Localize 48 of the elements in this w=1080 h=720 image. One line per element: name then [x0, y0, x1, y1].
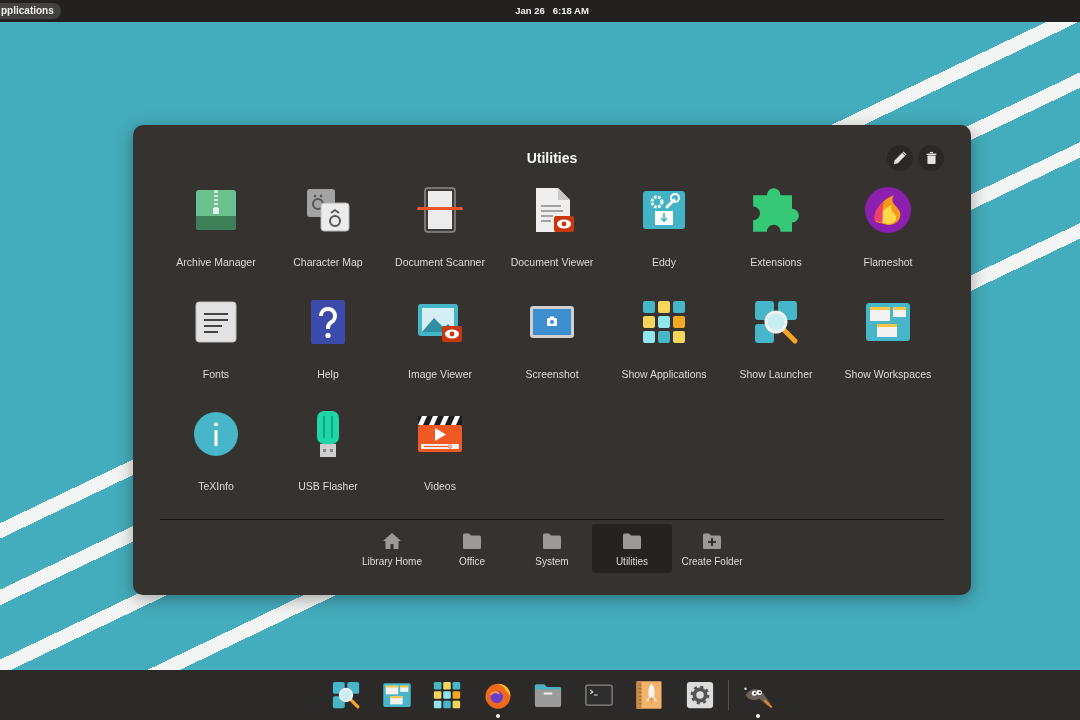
time-text: 6:18 AM: [552, 3, 589, 18]
app-launcher-button[interactable]: USB Flasher: [276, 399, 380, 499]
app-launcher-button[interactable]: Screenshot: [500, 287, 604, 387]
applications-button[interactable]: pplications: [0, 3, 61, 19]
app-launcher-button[interactable]: Document Scanner: [388, 175, 492, 275]
settings-icon: [684, 680, 715, 710]
pencil-icon: [893, 151, 907, 165]
app-launcher-button[interactable]: Document Viewer: [500, 175, 604, 275]
flame-circle-icon: [864, 186, 912, 234]
scanner-icon: [416, 186, 464, 234]
folder-icon: [462, 532, 482, 550]
house-icon: [382, 532, 402, 550]
folder-tab[interactable]: Utilities: [592, 524, 672, 573]
text-tile-icon: [192, 298, 240, 346]
app-launcher-button[interactable]: Show Launcher: [724, 287, 828, 387]
folder-icon: [542, 532, 562, 550]
info-icon: [192, 410, 240, 458]
folder-tab[interactable]: Office: [432, 524, 512, 573]
edit-button[interactable]: [887, 145, 913, 171]
rocket-icon: [634, 680, 665, 710]
app-launcher-button[interactable]: Fonts: [164, 287, 268, 387]
app-grid-icon: [640, 298, 688, 346]
trash-icon: [924, 151, 938, 165]
folder-tab[interactable]: System: [512, 524, 592, 573]
puzzle-piece-icon: [752, 186, 800, 234]
window-title: Utilities: [526, 148, 578, 168]
app-launcher-button[interactable]: Flameshot: [836, 175, 940, 275]
create-folder-button[interactable]: Create Folder: [672, 524, 752, 573]
date-text: Jan 26: [515, 3, 545, 18]
app-grid-icon: [432, 680, 463, 710]
app-launcher-button[interactable]: Videos: [388, 399, 492, 499]
magnifier-tiles-icon: [331, 680, 362, 710]
app-launcher-button[interactable]: Image Viewer: [388, 287, 492, 387]
app-launcher-button[interactable]: TeXInfo: [164, 399, 268, 499]
app-launcher-button[interactable]: Archive Manager: [164, 175, 268, 275]
app-launcher-button[interactable]: Help: [276, 287, 380, 387]
app-launcher-button[interactable]: Show Applications: [612, 287, 716, 387]
app-launcher-button[interactable]: Eddy: [612, 175, 716, 275]
delete-button[interactable]: [918, 145, 944, 171]
magnifier-tiles-icon: [752, 298, 800, 346]
folder-plus-icon: [702, 532, 722, 550]
app-launcher-button[interactable]: Character Map: [276, 175, 380, 275]
character-tiles-icon: [304, 186, 352, 234]
app-launcher-button[interactable]: Extensions: [724, 175, 828, 275]
folder-tab[interactable]: Library Home: [352, 524, 432, 573]
windows-tile-icon: [381, 680, 412, 710]
app-launcher-button[interactable]: Show Workspaces: [836, 287, 940, 387]
folder-icon: [622, 532, 642, 550]
